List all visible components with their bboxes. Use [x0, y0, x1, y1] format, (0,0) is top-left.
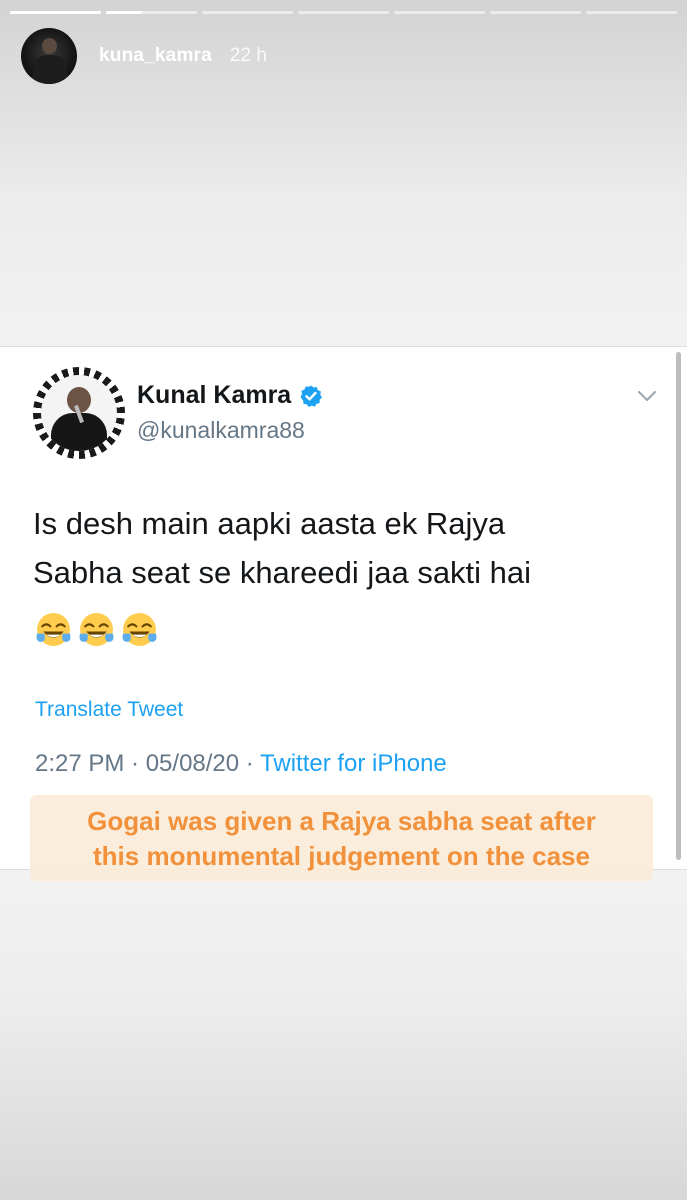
- tweet-timestamp: 2:27 PM · 05/08/20 ·: [35, 750, 261, 777]
- tweet-text: Is desh main aapki aasta ek Rajya Sabha …: [33, 499, 633, 597]
- tweet-author-handle[interactable]: @kunalkamra88: [137, 417, 305, 444]
- profile-avatar[interactable]: [21, 28, 77, 84]
- progress-segment: [586, 11, 677, 14]
- progress-segment: [490, 11, 581, 14]
- story-timestamp: 22 h: [229, 45, 267, 66]
- progress-segment: [10, 11, 101, 14]
- story-text-annotation: Gogai was given a Rajya sabha seat after…: [30, 795, 653, 881]
- tears-of-joy-emoji-icon: [36, 613, 71, 646]
- verified-badge-icon: [300, 385, 323, 407]
- story-username[interactable]: kuna_kamra: [99, 45, 212, 67]
- progress-segment: [202, 11, 293, 14]
- tears-of-joy-emoji-icon: [122, 613, 157, 646]
- tears-of-joy-emoji-icon: [79, 613, 114, 646]
- tweet-emojis: [35, 611, 158, 648]
- story-header: kuna_kamra 22 h: [21, 28, 267, 84]
- progress-segment: [394, 11, 485, 14]
- tweet-source-link[interactable]: Twitter for iPhone: [260, 750, 447, 777]
- chevron-down-icon[interactable]: [637, 389, 657, 403]
- tweet-text-line: Sabha seat se khareedi jaa sakti hai: [33, 555, 532, 590]
- translate-tweet-link[interactable]: Translate Tweet: [35, 698, 183, 722]
- annotation-line: this monumental judgement on the case: [93, 841, 590, 871]
- scrollbar[interactable]: [676, 352, 681, 860]
- tweet-author-avatar[interactable]: [33, 367, 125, 459]
- tweet-text-line: Is desh main aapki aasta ek Rajya: [33, 506, 506, 541]
- story-viewer[interactable]: kuna_kamra 22 h Kunal Kamra @kunalkamra8…: [0, 0, 687, 1200]
- story-progress-bar: [10, 11, 677, 14]
- progress-segment: [106, 11, 197, 14]
- tweet-card: Kunal Kamra @kunalkamra88 Is desh main a…: [0, 346, 687, 870]
- tweet-author-name-text: Kunal Kamra: [137, 381, 292, 409]
- progress-segment: [298, 11, 389, 14]
- annotation-line: Gogai was given a Rajya sabha seat after: [87, 806, 596, 836]
- tweet-author-name[interactable]: Kunal Kamra: [137, 381, 323, 410]
- tweet-metadata: 2:27 PM · 05/08/20 · Twitter for iPhone: [35, 750, 447, 778]
